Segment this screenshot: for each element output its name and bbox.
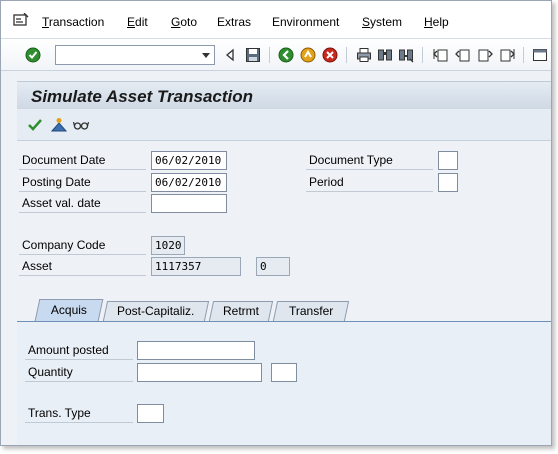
enter-icon[interactable] [25,47,41,63]
quantity-label: Quantity [25,363,133,382]
tab-acquis-label: Acquis [50,303,87,317]
sap-window: Transaction Edit Goto Extras Environment… [0,0,552,446]
find-icon[interactable] [377,47,393,63]
acquis-tab-panel [17,321,551,445]
menu-transaction-mnemonic: T [42,15,49,29]
menu-goto-rest: oto [180,15,198,29]
document-date-label: Document Date [19,151,146,170]
menu-help-mnemonic: H [424,15,433,29]
exit-icon[interactable] [300,47,316,63]
tab-post-capitalization[interactable]: Post-Capitaliz. [102,301,210,321]
amount-posted-field[interactable] [137,341,255,360]
menu-edit-rest: dit [135,15,148,29]
standard-toolbar [1,39,551,71]
print-icon[interactable] [356,47,372,63]
new-session-icon[interactable] [532,47,548,63]
company-code-field: 1020 [151,236,185,255]
glasses-icon[interactable] [73,117,89,133]
back-icon[interactable] [278,47,294,63]
company-code-label: Company Code [19,236,146,255]
find-next-icon[interactable] [398,47,414,63]
page-title: Simulate Asset Transaction [31,87,254,106]
menu-environment[interactable]: Environment [272,15,339,29]
menu-help-rest: elp [432,15,449,29]
command-field[interactable] [55,45,215,65]
period-field[interactable] [438,173,458,192]
posting-date-label: Posting Date [19,173,146,192]
tab-retirement[interactable]: Retrmt [208,301,274,321]
toolbar-separator [269,47,270,63]
collapse-left-icon[interactable] [222,47,238,63]
menu-transaction-rest: ransaction [48,15,105,29]
tab-strip: Acquis Post-Capitaliz. Retrmt Transfer [17,299,551,321]
check-icon[interactable] [27,117,43,133]
chevron-down-icon[interactable] [202,53,210,58]
tab-acquis[interactable]: Acquis [34,299,104,321]
document-type-field[interactable] [438,151,458,170]
trans-type-label: Trans. Type [25,404,133,423]
menu-icon[interactable] [13,13,29,27]
application-toolbar [17,109,551,141]
first-page-icon[interactable] [433,47,449,63]
menu-edit[interactable]: Edit [127,15,148,29]
screen-title-bar: Simulate Asset Transaction [17,81,551,109]
quantity-unit-field[interactable] [271,363,297,382]
menu-environment-label: Environment [272,15,340,29]
line-items-icon[interactable] [51,117,67,133]
amount-posted-label: Amount posted [25,341,133,360]
menu-system[interactable]: System [362,15,402,29]
tab-transfer[interactable]: Transfer [272,301,350,321]
trans-type-field[interactable] [137,404,164,423]
asset-subnumber-field: 0 [256,257,290,276]
tab-transfer-label: Transfer [288,304,334,318]
asset-value-date-field[interactable] [151,194,227,213]
tab-retirement-label: Retrmt [223,304,259,318]
menu-extras-label: Extras [217,15,252,29]
menu-transaction[interactable]: Transaction [42,15,104,29]
toolbar-separator [346,47,347,63]
next-page-icon[interactable] [477,47,493,63]
asset-value-date-label: Asset val. date [19,194,146,213]
cancel-icon[interactable] [322,47,338,63]
document-type-label: Document Type [306,151,433,170]
previous-page-icon[interactable] [455,47,471,63]
menu-extras[interactable]: Extras [217,15,251,29]
menu-goto-mnemonic: G [171,15,181,29]
menu-help[interactable]: Help [424,15,449,29]
menu-bar: Transaction Edit Goto Extras Environment… [1,1,551,39]
period-label: Period [306,173,433,192]
toolbar-separator [422,47,423,63]
menu-system-rest: ystem [370,15,403,29]
menu-goto[interactable]: Goto [171,15,197,29]
menu-edit-mnemonic: E [127,15,136,29]
last-page-icon[interactable] [499,47,515,63]
quantity-field[interactable] [137,363,262,382]
toolbar-separator [523,47,524,63]
save-icon[interactable] [245,47,261,63]
document-date-field[interactable]: 06/02/2010 [151,151,227,170]
asset-number-field: 1117357 [151,257,241,276]
asset-label: Asset [19,257,146,276]
tab-post-capitalization-label: Post-Capitaliz. [117,304,195,318]
menu-system-mnemonic: S [362,15,371,29]
posting-date-field[interactable]: 06/02/2010 [151,173,227,192]
